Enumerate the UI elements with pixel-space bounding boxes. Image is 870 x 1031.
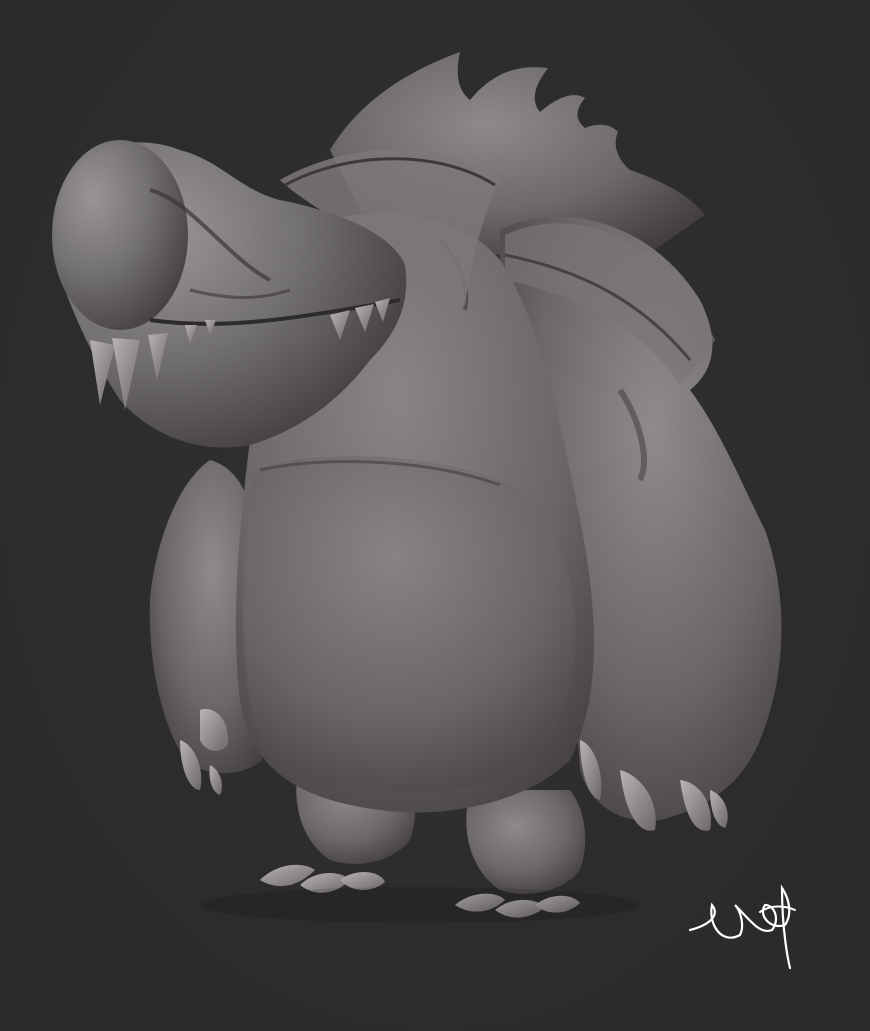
creature-sculpture <box>52 52 796 970</box>
ground-shadow <box>200 887 640 923</box>
artist-signature-icon <box>688 884 796 970</box>
viewport-canvas <box>0 0 870 1031</box>
